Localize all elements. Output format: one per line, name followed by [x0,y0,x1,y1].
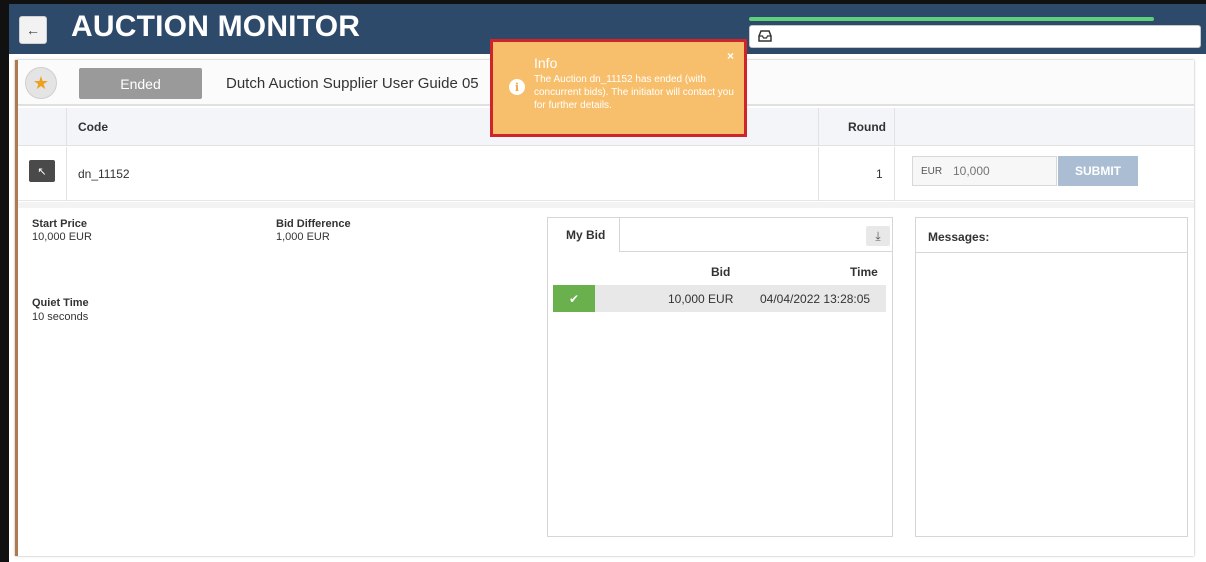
column-header-code: Code [78,120,108,134]
messages-panel: Messages: [915,217,1188,537]
bid-amount: 10,000 EUR [668,292,734,306]
status-badge: Ended [79,68,202,99]
my-bid-panel: My Bid ⤓ Bid Time ✔ 10,000 EUR 04/04/202… [547,217,893,537]
inbox-icon [758,30,772,42]
auction-round: 1 [876,167,883,181]
download-button[interactable]: ⤓ [866,226,890,246]
app-window: ← AUCTION MONITOR ★ Ended Dutch Auction … [0,0,1206,562]
back-button[interactable]: ← [19,16,47,44]
tab-my-bid[interactable]: My Bid [548,218,620,252]
bid-difference-value: 1,000 EUR [276,231,330,243]
bid-history-row: ✔ 10,000 EUR 04/04/2022 13:28:05 [553,285,886,312]
start-price-label: Start Price [32,218,88,230]
info-toast: i Info The Auction dn_11152 has ended (w… [490,39,747,137]
toast-close-button[interactable]: × [727,49,734,63]
inbox-field[interactable] [749,25,1201,48]
auction-name: Dutch Auction Supplier User Guide 05 [226,75,479,92]
bid-difference-label: Bid Difference [276,218,351,230]
bid-input-group: EUR [912,156,1057,186]
column-header-bid: Bid [711,265,731,279]
section-divider [18,202,1194,208]
column-header-round: Round [848,120,886,134]
table-row: ↖ dn_11152 1 EUR SUBMIT [18,147,1194,201]
star-icon: ★ [32,72,50,93]
quiet-time-label: Quiet Time [32,297,89,309]
window-left-edge [0,0,9,562]
download-icon: ⤓ [875,228,881,243]
bid-amount-input[interactable] [949,157,1055,185]
bid-time: 04/04/2022 13:28:05 [760,292,871,306]
toast-message: The Auction dn_11152 has ended (with con… [534,74,734,111]
open-auction-button[interactable]: ↖ [29,160,55,182]
arrow-left-icon: ← [26,22,40,38]
messages-title: Messages: [916,218,1187,253]
toast-title: Info [534,55,558,71]
app-title: AUCTION MONITOR [71,10,361,43]
info-icon: i [509,79,525,95]
arrow-up-left-icon: ↖ [37,165,47,178]
submit-button[interactable]: SUBMIT [1058,156,1138,186]
progress-bar [749,17,1154,21]
column-header-time: Time [850,265,878,279]
start-price-value: 10,000 EUR [32,231,92,243]
quiet-time-value: 10 seconds [32,311,89,323]
favorite-button[interactable]: ★ [25,67,57,99]
bid-currency: EUR [921,166,943,177]
auction-code: dn_11152 [78,167,130,181]
bid-accepted-check-icon: ✔ [553,285,595,312]
